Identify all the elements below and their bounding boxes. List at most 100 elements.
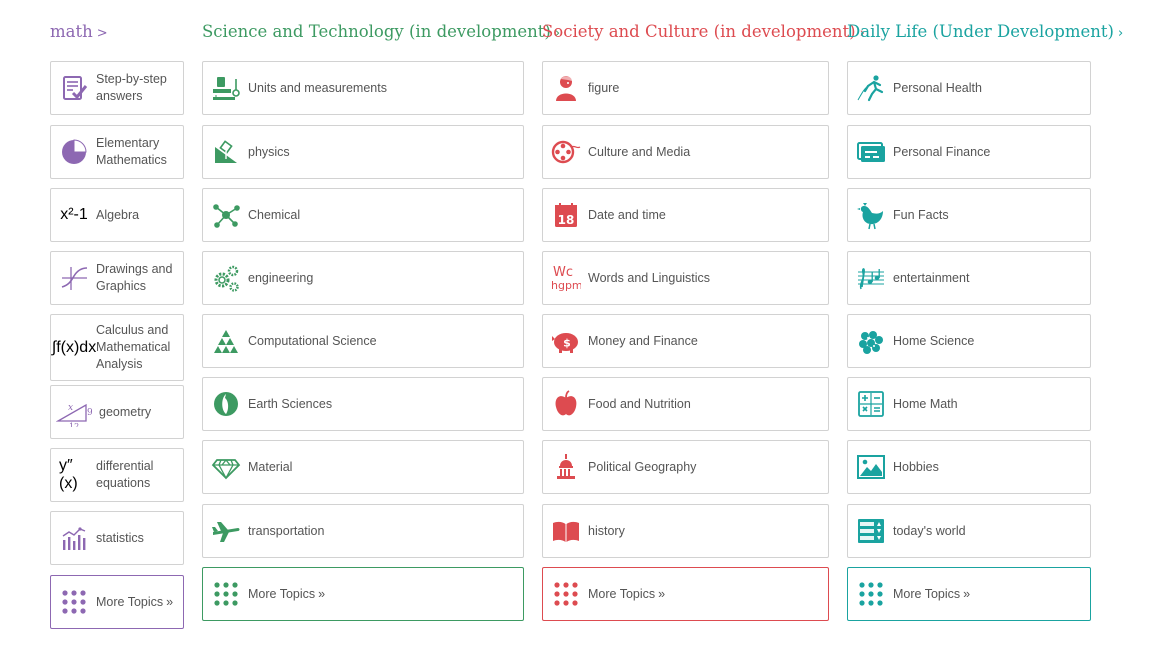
svg-text:9: 9	[87, 408, 92, 418]
column-title-society[interactable]: Society and Culture (in development) ›	[542, 22, 865, 41]
topic-card-date-and-time[interactable]: 18 Date and time	[542, 188, 829, 242]
topic-card-home-science[interactable]: Home Science	[847, 314, 1091, 368]
airplane-icon	[211, 516, 241, 546]
topic-label: Personal Health	[893, 80, 982, 95]
topic-card-drawings-and-graphics[interactable]: Drawings and Graphics	[50, 251, 184, 305]
gears-icon	[211, 263, 241, 293]
triangle-geometry-icon: x 9 12	[56, 397, 92, 427]
topic-card-units-and-measurements[interactable]: Units and measurements	[202, 61, 524, 115]
chevron-right-icon: ›	[1117, 26, 1124, 41]
svg-text:Wc: Wc	[553, 265, 573, 280]
topic-card-culture-and-media[interactable]: Culture and Media	[542, 125, 829, 179]
dots-grid-icon	[211, 579, 241, 609]
topic-label: differential equations	[96, 459, 154, 490]
topic-label: entertainment	[893, 270, 970, 285]
algebra-icon: x²-1	[60, 206, 88, 223]
portrait-icon	[551, 73, 581, 103]
graph-plot-icon	[59, 263, 89, 293]
column-title-text: Daily Life (Under Development)	[847, 22, 1114, 41]
runner-icon	[856, 73, 886, 103]
chevron-right-icon: >	[96, 26, 108, 41]
topic-label: Units and measurements	[248, 80, 387, 95]
more-topics-button-life[interactable]: More Topics»	[847, 567, 1091, 621]
topic-card-food-and-nutrition[interactable]: Food and Nutrition	[542, 377, 829, 431]
topic-card-history[interactable]: history	[542, 504, 829, 558]
topic-card-engineering[interactable]: engineering	[202, 251, 524, 305]
capitol-icon	[551, 452, 581, 482]
diamond-icon	[211, 452, 241, 482]
topic-card-geometry[interactable]: x 9 12 geometry	[50, 385, 184, 439]
column-title-science[interactable]: Science and Technology (in development) ›	[202, 22, 560, 41]
topic-card-statistics[interactable]: statistics	[50, 511, 184, 565]
topic-label: transportation	[248, 523, 325, 538]
topic-card-chemical[interactable]: Chemical	[202, 188, 524, 242]
column-title-text: math	[50, 22, 93, 41]
topic-label: statistics	[96, 530, 144, 545]
letters-icon: Wc hgpm	[551, 263, 581, 293]
svg-text:$: $	[563, 337, 571, 350]
topic-card-money-and-finance[interactable]: $ Money and Finance	[542, 314, 829, 368]
topic-card-fun-facts[interactable]: Fun Facts	[847, 188, 1091, 242]
topic-card-personal-health[interactable]: Personal Health	[847, 61, 1091, 115]
svg-text:12: 12	[69, 422, 79, 427]
topic-card-computational-science[interactable]: Computational Science	[202, 314, 524, 368]
topic-card-material[interactable]: Material	[202, 440, 524, 494]
topic-label: history	[588, 523, 625, 538]
topic-card-figure[interactable]: figure	[542, 61, 829, 115]
topic-card-transportation[interactable]: transportation	[202, 504, 524, 558]
open-book-icon	[551, 516, 581, 546]
topic-card-home-math[interactable]: Home Math	[847, 377, 1091, 431]
topic-label: Drawings and Graphics	[96, 262, 173, 293]
more-topics-button-society[interactable]: More Topics»	[542, 567, 829, 621]
grapes-icon	[856, 326, 886, 356]
more-topics-text: More Topics	[893, 586, 961, 601]
topic-card-words-and-linguistics[interactable]: Wc hgpm Words and Linguistics	[542, 251, 829, 305]
topic-label: Material	[248, 459, 293, 474]
credit-card-icon	[856, 137, 886, 167]
measurement-icon	[211, 73, 241, 103]
topic-label: Personal Finance	[893, 144, 991, 159]
column-title-text: Society and Culture (in development)	[542, 22, 856, 41]
topic-label: Algebra	[96, 207, 140, 222]
film-reel-icon	[551, 137, 581, 167]
more-topics-button-science[interactable]: More Topics»	[202, 567, 524, 621]
more-topics-text: More Topics	[248, 586, 316, 601]
piggy-bank-icon: $	[551, 326, 581, 356]
topic-card-earth-sciences[interactable]: Earth Sciences	[202, 377, 524, 431]
topic-label: Elementary Mathematics	[96, 136, 167, 167]
chicken-icon	[856, 200, 886, 230]
topic-label: today's world	[893, 523, 966, 538]
topic-card-hobbies[interactable]: Hobbies	[847, 440, 1091, 494]
topic-card-differential-equations[interactable]: y″(x) differential equations	[50, 448, 184, 502]
topic-label: geometry	[99, 404, 152, 419]
topic-label: Political Geography	[588, 459, 697, 474]
svg-text:x: x	[68, 403, 73, 413]
topic-card-step-by-step-answers[interactable]: Step-by-step answers	[50, 61, 184, 115]
topic-card-personal-finance[interactable]: Personal Finance	[847, 125, 1091, 179]
calendar-icon: 18	[551, 200, 581, 230]
topic-card-elementary-mathematics[interactable]: Elementary Mathematics	[50, 125, 184, 179]
more-topics-button-math[interactable]: More Topics»	[50, 575, 184, 629]
picture-icon	[856, 452, 886, 482]
more-topics-label: More Topics»	[588, 586, 671, 603]
double-chevron-icon: »	[166, 594, 174, 609]
topic-card-today-s-world[interactable]: today's world	[847, 504, 1091, 558]
column-title-text: Science and Technology (in development)	[202, 22, 551, 41]
topic-label: Date and time	[588, 207, 666, 222]
more-topics-label: More Topics»	[96, 594, 179, 611]
topic-card-physics[interactable]: physics	[202, 125, 524, 179]
topic-card-entertainment[interactable]: entertainment	[847, 251, 1091, 305]
more-topics-text: More Topics	[96, 594, 164, 609]
topic-card-political-geography[interactable]: Political Geography	[542, 440, 829, 494]
topic-label: Fun Facts	[893, 207, 949, 222]
svg-text:hgpm: hgpm	[551, 279, 581, 292]
topic-label: Hobbies	[893, 459, 939, 474]
column-title-math[interactable]: math >	[50, 22, 108, 41]
physics-ramp-icon	[211, 137, 241, 167]
double-chevron-icon: »	[658, 586, 666, 601]
topic-label: Food and Nutrition	[588, 396, 691, 411]
topic-card-calculus-and-mathematical-analysis[interactable]: ∫f(x)dx Calculus and Mathematical Analysi…	[50, 314, 184, 381]
topic-card-algebra[interactable]: x²-1 Algebra	[50, 188, 184, 242]
column-title-life[interactable]: Daily Life (Under Development) ›	[847, 22, 1123, 41]
double-chevron-icon: »	[963, 586, 971, 601]
